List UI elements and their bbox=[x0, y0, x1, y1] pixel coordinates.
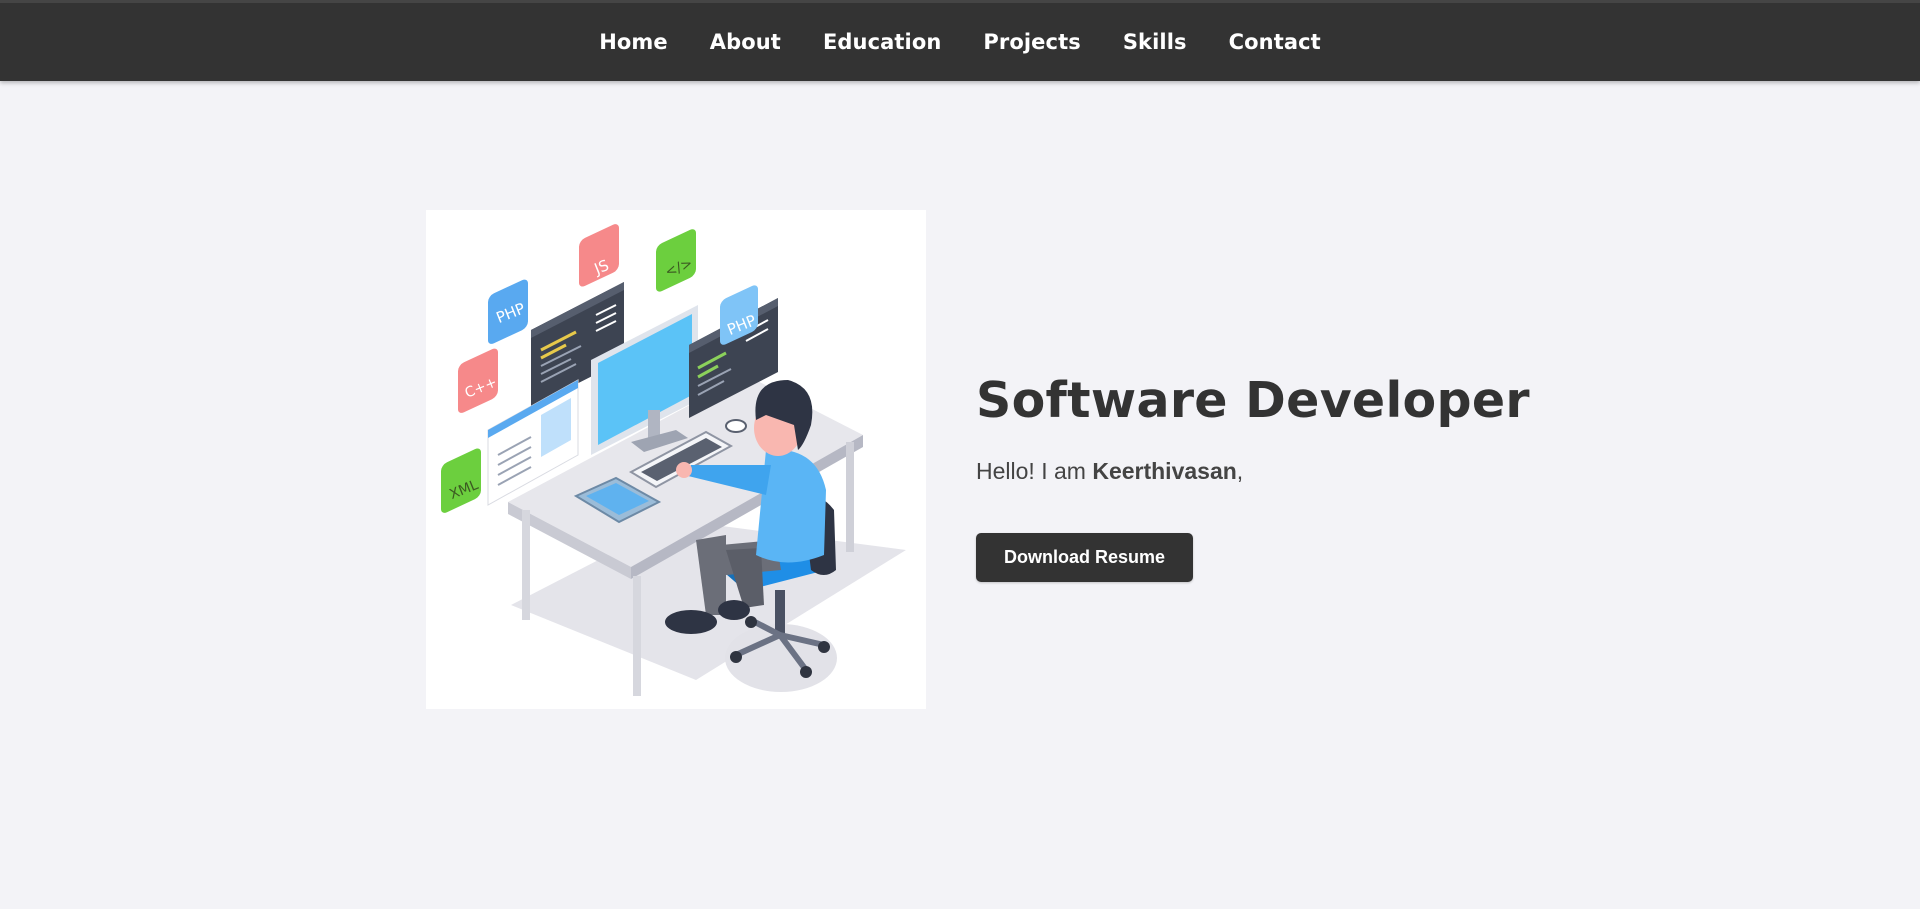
hero-text: Software Developer Hello! I am Keerthiva… bbox=[976, 365, 1676, 582]
tag-code: </> bbox=[656, 229, 696, 292]
nav-link-home[interactable]: Home bbox=[578, 30, 689, 54]
download-resume-button[interactable]: Download Resume bbox=[976, 533, 1193, 582]
developer-name: Keerthivasan bbox=[1092, 458, 1237, 484]
nav-link-projects[interactable]: Projects bbox=[962, 30, 1101, 54]
tag-cpp: C++ bbox=[458, 348, 499, 413]
greeting-suffix: , bbox=[1236, 458, 1244, 484]
page-title: Software Developer bbox=[976, 372, 1530, 429]
tag-js: JS bbox=[579, 224, 619, 287]
nav-link-education[interactable]: Education bbox=[802, 30, 962, 54]
nav-link-skills[interactable]: Skills bbox=[1102, 30, 1208, 54]
top-navbar: Home About Education Projects Skills Con… bbox=[0, 0, 1920, 81]
greeting-text: Hello! I am Keerthivasan, bbox=[976, 455, 1676, 487]
nav-link-contact[interactable]: Contact bbox=[1208, 30, 1342, 54]
main-nav: Home About Education Projects Skills Con… bbox=[0, 3, 1920, 81]
greeting-prefix: Hello! I am bbox=[976, 458, 1093, 484]
nav-link-about[interactable]: About bbox=[689, 30, 802, 54]
tag-php-left: PHP bbox=[488, 279, 528, 344]
mouse bbox=[725, 419, 747, 433]
developer-illustration: PHP JS </> C++ PHP XML bbox=[426, 210, 926, 709]
tag-xml: XML bbox=[441, 448, 481, 513]
